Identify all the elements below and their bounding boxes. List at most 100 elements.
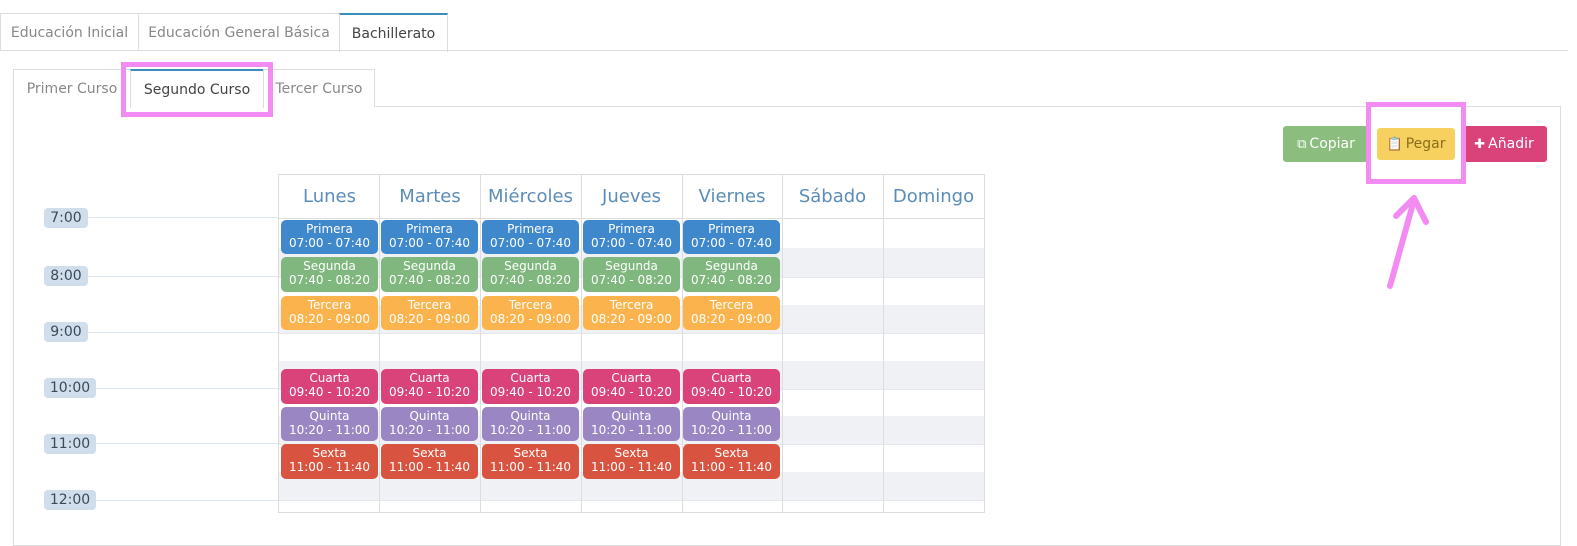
event-name: Quinta <box>711 409 752 423</box>
tab-educacion-general-basica[interactable]: Educación General Básica <box>138 13 340 51</box>
copy-button[interactable]: ⧉ Copiar <box>1283 126 1369 162</box>
column-line <box>581 175 582 512</box>
time-gridline <box>88 388 278 389</box>
tab-divider <box>0 50 1568 51</box>
schedule-event[interactable]: Sexta 11:00 - 11:40 <box>683 444 780 479</box>
time-label: 9:00 <box>44 322 88 342</box>
copy-icon: ⧉ <box>1297 137 1307 152</box>
day-header-jueves: Jueves <box>602 186 661 207</box>
event-name: Quinta <box>309 409 350 423</box>
annotation-arrow <box>1387 195 1429 289</box>
event-name: Cuarta <box>409 371 450 385</box>
schedule-event[interactable]: Primera 07:00 - 07:40 <box>482 220 579 254</box>
day-header-domingo: Domingo <box>892 186 975 207</box>
event-time-range: 10:20 - 11:00 <box>388 423 471 437</box>
schedule-event[interactable]: Tercera 08:20 - 09:00 <box>482 296 579 330</box>
schedule-event[interactable]: Cuarta 09:40 - 10:20 <box>482 369 579 404</box>
event-time-range: 11:00 - 11:40 <box>690 460 773 474</box>
day-header-martes: Martes <box>399 186 461 207</box>
event-name: Sexta <box>714 446 749 460</box>
event-time-range: 07:40 - 08:20 <box>388 273 471 287</box>
schedule-event[interactable]: Segunda 07:40 - 08:20 <box>281 257 378 292</box>
event-time-range: 07:40 - 08:20 <box>288 273 371 287</box>
copy-button-label: Copiar <box>1309 136 1355 152</box>
schedule-event[interactable]: Cuarta 09:40 - 10:20 <box>281 369 378 404</box>
add-button-label: Añadir <box>1488 136 1534 152</box>
schedule-event[interactable]: Cuarta 09:40 - 10:20 <box>683 369 780 404</box>
schedule-event[interactable]: Primera 07:00 - 07:40 <box>683 220 780 254</box>
schedule-event[interactable]: Primera 07:00 - 07:40 <box>583 220 680 254</box>
time-label: 12:00 <box>44 490 96 510</box>
schedule-event[interactable]: Sexta 11:00 - 11:40 <box>583 444 680 479</box>
schedule-event[interactable]: Primera 07:00 - 07:40 <box>381 220 478 254</box>
event-time-range: 07:40 - 08:20 <box>690 273 773 287</box>
schedule-event[interactable]: Segunda 07:40 - 08:20 <box>482 257 579 292</box>
schedule-event[interactable]: Sexta 11:00 - 11:40 <box>281 444 378 479</box>
schedule-event[interactable]: Cuarta 09:40 - 10:20 <box>381 369 478 404</box>
event-time-range: 07:40 - 08:20 <box>489 273 572 287</box>
day-header-lunes: Lunes <box>303 186 356 207</box>
highlight-box-tab <box>121 62 273 117</box>
event-time-range: 10:20 - 11:00 <box>690 423 773 437</box>
event-name: Sexta <box>412 446 447 460</box>
time-label: 10:00 <box>44 378 96 398</box>
event-time-range: 11:00 - 11:40 <box>590 460 673 474</box>
event-name: Sexta <box>312 446 347 460</box>
event-name: Tercera <box>508 298 553 312</box>
schedule-event[interactable]: Sexta 11:00 - 11:40 <box>482 444 579 479</box>
weekly-schedule: Lunes Martes Miércoles Jueves Viernes Sá… <box>278 174 985 513</box>
schedule-event[interactable]: Quinta 10:20 - 11:00 <box>583 407 680 441</box>
time-label: 8:00 <box>44 266 88 286</box>
schedule-event[interactable]: Segunda 07:40 - 08:20 <box>583 257 680 292</box>
tab-primer-curso[interactable]: Primer Curso <box>13 69 131 107</box>
day-header-miercoles: Miércoles <box>488 186 573 207</box>
event-name: Segunda <box>504 259 557 273</box>
day-header-viernes: Viernes <box>698 186 766 207</box>
event-time-range: 09:40 - 10:20 <box>489 385 572 399</box>
event-time-range: 09:40 - 10:20 <box>690 385 773 399</box>
event-name: Quinta <box>409 409 450 423</box>
schedule-event[interactable]: Quinta 10:20 - 11:00 <box>281 407 378 441</box>
schedule-event[interactable]: Quinta 10:20 - 11:00 <box>482 407 579 441</box>
tab-educacion-inicial[interactable]: Educación Inicial <box>0 13 139 51</box>
tab-bachillerato[interactable]: Bachillerato <box>339 13 448 52</box>
schedule-event[interactable]: Quinta 10:20 - 11:00 <box>683 407 780 441</box>
event-name: Primera <box>708 222 755 236</box>
row-line <box>279 500 984 501</box>
schedule-event[interactable]: Tercera 08:20 - 09:00 <box>683 296 780 330</box>
schedule-event[interactable]: Quinta 10:20 - 11:00 <box>381 407 478 441</box>
add-button[interactable]: ✚ Añadir <box>1461 126 1547 162</box>
schedule-event[interactable]: Tercera 08:20 - 09:00 <box>281 296 378 330</box>
event-name: Tercera <box>609 298 654 312</box>
event-name: Segunda <box>403 259 456 273</box>
event-name: Sexta <box>513 446 548 460</box>
time-label: 11:00 <box>44 434 96 454</box>
schedule-event[interactable]: Segunda 07:40 - 08:20 <box>683 257 780 292</box>
event-name: Tercera <box>407 298 452 312</box>
event-time-range: 11:00 - 11:40 <box>489 460 572 474</box>
event-name: Cuarta <box>711 371 752 385</box>
schedule-event[interactable]: Tercera 08:20 - 09:00 <box>583 296 680 330</box>
time-gridline <box>88 276 278 277</box>
event-time-range: 07:00 - 07:40 <box>288 236 371 250</box>
event-name: Tercera <box>709 298 754 312</box>
tab-tercer-curso[interactable]: Tercer Curso <box>263 69 375 107</box>
time-label: 7:00 <box>44 208 88 228</box>
plus-icon: ✚ <box>1474 137 1486 152</box>
event-name: Segunda <box>705 259 758 273</box>
event-time-range: 10:20 - 11:00 <box>590 423 673 437</box>
schedule-event[interactable]: Tercera 08:20 - 09:00 <box>381 296 478 330</box>
event-time-range: 07:00 - 07:40 <box>388 236 471 250</box>
event-name: Segunda <box>605 259 658 273</box>
event-name: Cuarta <box>309 371 350 385</box>
column-line <box>480 175 481 512</box>
event-name: Primera <box>507 222 554 236</box>
day-header-sabado: Sábado <box>798 186 867 207</box>
event-name: Primera <box>608 222 655 236</box>
header-line <box>279 218 984 219</box>
schedule-event[interactable]: Sexta 11:00 - 11:40 <box>381 444 478 479</box>
schedule-event[interactable]: Primera 07:00 - 07:40 <box>281 220 378 254</box>
schedule-event[interactable]: Cuarta 09:40 - 10:20 <box>583 369 680 404</box>
time-gridline <box>88 443 278 444</box>
schedule-event[interactable]: Segunda 07:40 - 08:20 <box>381 257 478 292</box>
